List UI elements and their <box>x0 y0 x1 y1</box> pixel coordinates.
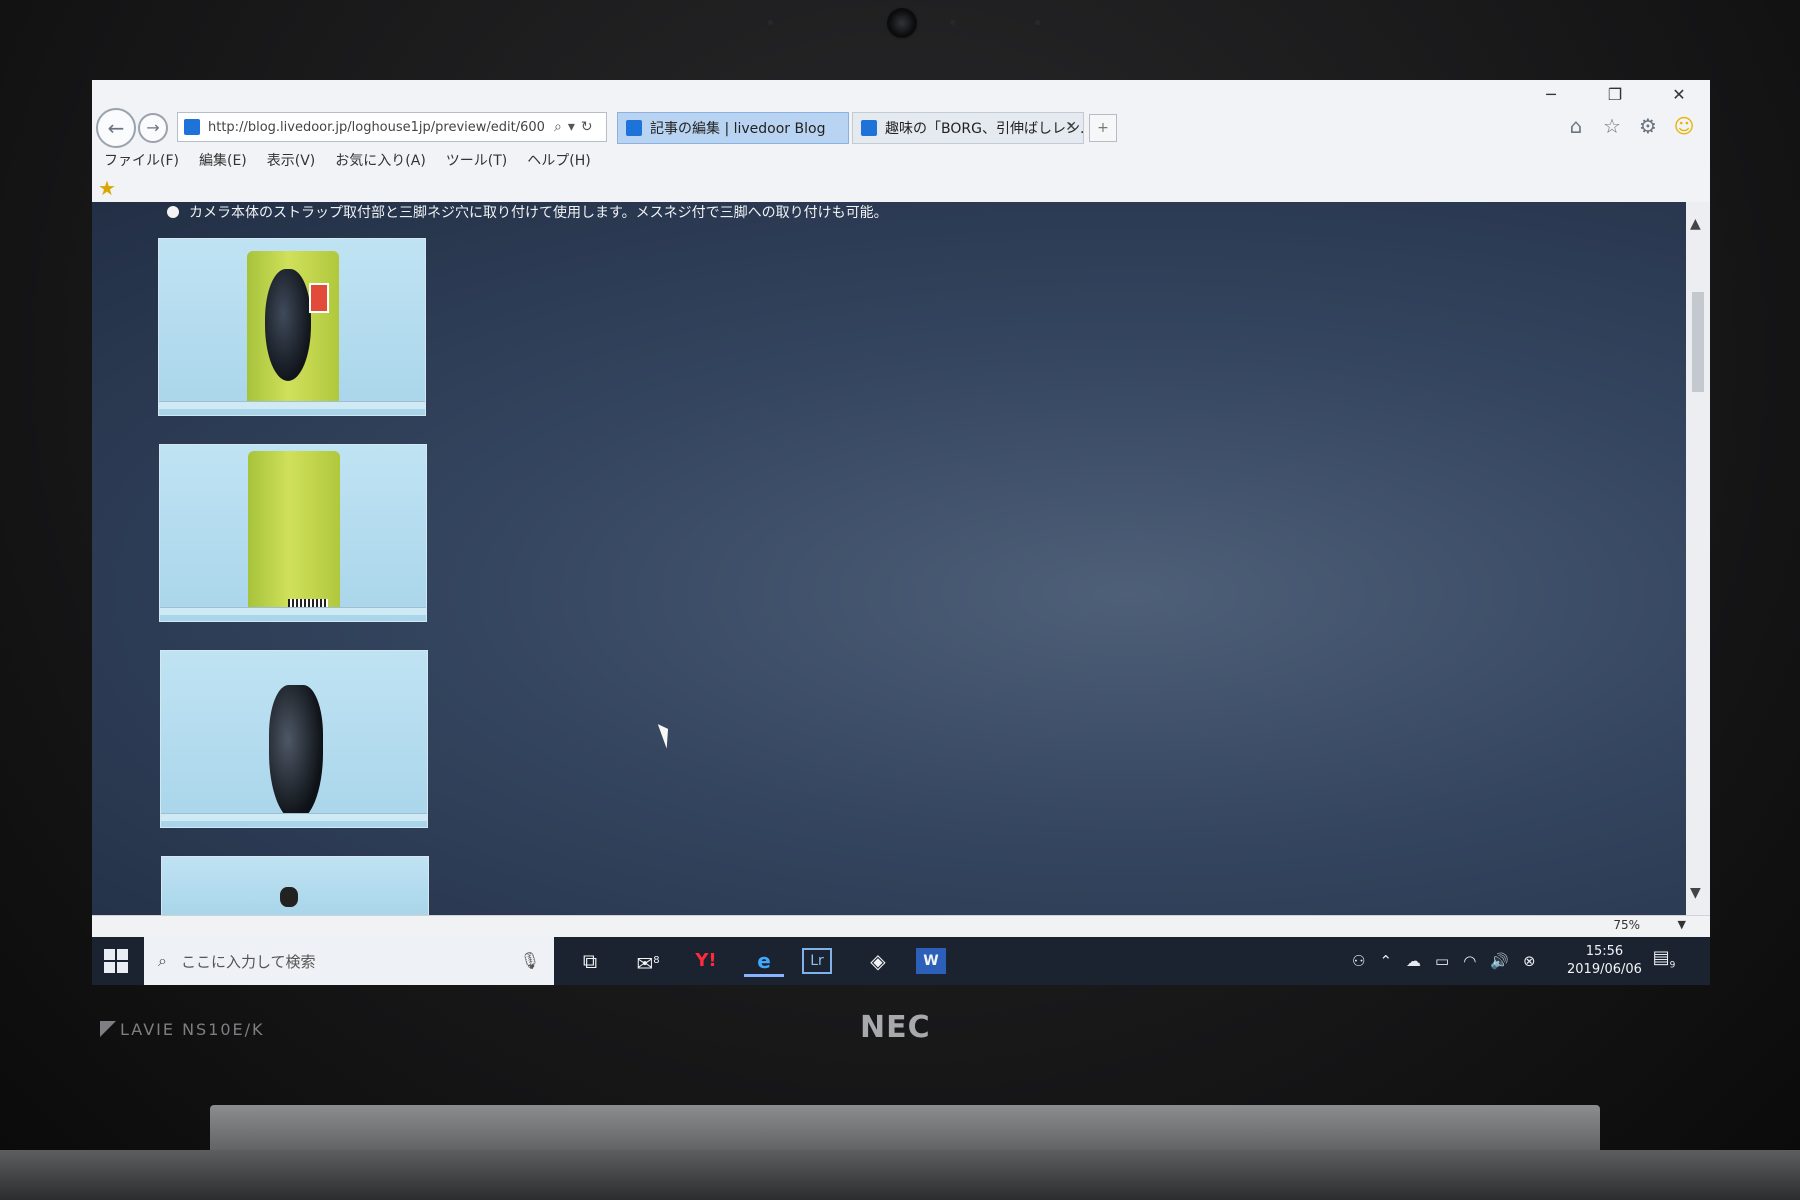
wifi-icon[interactable]: ◠ <box>1463 952 1476 970</box>
taskbar-search-input[interactable]: ⌕ ここに入力して検索 🎙 <box>144 937 554 985</box>
battery-icon[interactable]: ▭ <box>1435 952 1449 970</box>
browser-chrome: ─ ❐ ✕ ← → http://blog.livedoor.jp/loghou… <box>92 80 1710 202</box>
scroll-up-icon[interactable]: ▲ <box>1690 216 1701 232</box>
favorites-star-icon[interactable]: ☆ <box>1600 114 1624 138</box>
menu-favorites[interactable]: お気に入り(A) <box>335 150 426 170</box>
refresh-icon[interactable]: ↻ <box>581 119 593 135</box>
yahoo-icon[interactable]: Y! <box>686 945 726 977</box>
thumbnail-package-back[interactable] <box>159 444 427 622</box>
restore-button[interactable]: ❐ <box>1604 84 1626 106</box>
onedrive-icon[interactable]: ☁ <box>1406 952 1421 970</box>
microphone-icon[interactable]: 🎙 <box>520 951 540 970</box>
mail-icon[interactable]: ✉8 <box>628 945 668 977</box>
strap-image <box>269 685 323 821</box>
toolbar-icons: ⌂ ☆ ⚙ ☺ <box>1564 114 1696 138</box>
site-favicon-icon <box>184 119 200 135</box>
nec-logo: NEC <box>860 1010 931 1045</box>
search-icon[interactable]: ⌕ <box>554 119 562 135</box>
search-icon: ⌕ <box>158 951 167 970</box>
webcam <box>885 6 919 40</box>
menu-view[interactable]: 表示(V) <box>267 150 316 170</box>
scroll-down-icon[interactable]: ▼ <box>1690 885 1701 901</box>
menu-bar: ファイル(F) 編集(E) 表示(V) お気に入り(A) ツール(T) ヘルプ(… <box>104 150 591 170</box>
lavie-logo-icon <box>100 1021 116 1037</box>
feedback-smiley-icon[interactable]: ☺ <box>1672 114 1696 138</box>
menu-tools[interactable]: ツール(T) <box>446 150 507 170</box>
search-placeholder: ここに入力して検索 <box>180 952 316 971</box>
volume-icon[interactable]: 🔊 <box>1490 952 1509 970</box>
bezel-sensor <box>1035 20 1040 25</box>
shelf-edge <box>160 607 426 615</box>
zoom-dropdown-icon[interactable]: ▼ <box>1678 918 1686 931</box>
menu-help[interactable]: ヘルプ(H) <box>527 150 590 170</box>
zoom-level[interactable]: 75% <box>1613 918 1640 932</box>
thumbnail-partial[interactable] <box>161 856 429 915</box>
bezel-sensor <box>768 20 773 25</box>
model-label: LAVIE NS10E/K <box>100 1020 265 1039</box>
address-bar[interactable]: http://blog.livedoor.jp/loghouse1jp/prev… <box>177 112 607 142</box>
favorites-bar-star-icon[interactable]: ★ <box>98 176 116 200</box>
show-hidden-icons-icon[interactable]: ⌃ <box>1379 952 1392 970</box>
bullet-text: カメラ本体のストラップ取付部と三脚ネジ穴に取り付けて使用します。メスネジ付で三脚… <box>189 205 888 221</box>
word-icon[interactable]: W <box>916 948 946 974</box>
clock[interactable]: 15:56 2019/06/06 <box>1567 943 1642 979</box>
photo-app-icon[interactable]: ◈ <box>858 945 898 977</box>
thumbnail-strap-only[interactable] <box>160 650 428 828</box>
tab-favicon-icon <box>626 120 642 136</box>
minimize-button[interactable]: ─ <box>1540 84 1562 106</box>
thumbnail-package-front[interactable] <box>158 238 426 416</box>
settings-gear-icon[interactable]: ⚙ <box>1636 114 1660 138</box>
laptop-bezel: ─ ❐ ✕ ← → http://blog.livedoor.jp/loghou… <box>0 0 1800 1200</box>
system-tray: ⚇ ⌃ ☁ ▭ ◠ 🔊 ⊗ <box>1352 937 1536 985</box>
model-text: LAVIE NS10E/K <box>120 1020 265 1039</box>
package-image <box>248 451 340 615</box>
menu-edit[interactable]: 編集(E) <box>199 150 247 170</box>
vertical-scrollbar[interactable]: ▲ ▼ <box>1686 202 1710 915</box>
bullet-icon <box>167 206 179 218</box>
lightroom-icon[interactable]: Lr <box>802 948 832 974</box>
notifications-badge: 9 <box>1669 960 1676 971</box>
new-tab-button[interactable]: + <box>1089 114 1117 142</box>
dropdown-arrow-icon[interactable]: ▾ <box>568 119 575 135</box>
strap-image <box>280 887 298 907</box>
home-icon[interactable]: ⌂ <box>1564 114 1588 138</box>
tab-label: 趣味の「BORG、引伸ばしレン... <box>885 121 1084 137</box>
window-controls: ─ ❐ ✕ <box>1540 84 1690 106</box>
internet-explorer-icon[interactable]: e <box>744 945 784 977</box>
url-text[interactable]: http://blog.livedoor.jp/loghouse1jp/prev… <box>208 120 548 135</box>
bullet-list-item: カメラ本体のストラップ取付部と三脚ネジ穴に取り付けて使用します。メスネジ付で三脚… <box>167 202 888 222</box>
clock-date: 2019/06/06 <box>1567 962 1642 977</box>
clock-time: 15:56 <box>1585 944 1624 959</box>
price-tag-image <box>309 283 329 313</box>
close-button[interactable]: ✕ <box>1668 84 1690 106</box>
screen: ─ ❐ ✕ ← → http://blog.livedoor.jp/loghou… <box>92 80 1710 985</box>
tab-favicon-icon <box>861 120 877 136</box>
people-icon[interactable]: ⚇ <box>1352 952 1365 970</box>
tab-label: 記事の編集 | livedoor Blog <box>650 121 826 137</box>
strap-image <box>265 269 311 381</box>
shelf-edge <box>159 401 425 409</box>
status-error-icon[interactable]: ⊗ <box>1523 952 1536 970</box>
bezel-sensor <box>950 20 955 25</box>
keyboard-edge <box>0 1150 1800 1200</box>
shelf-edge <box>161 813 427 821</box>
scroll-thumb[interactable] <box>1692 292 1704 392</box>
mouse-pointer <box>657 721 675 749</box>
status-bar: 75% ▼ <box>92 915 1710 937</box>
windows-start-icon[interactable] <box>104 949 128 973</box>
forward-button[interactable]: → <box>138 113 168 143</box>
tab-close-icon[interactable]: ✕ <box>1065 119 1077 135</box>
taskbar: ⌕ ここに入力して検索 🎙 ⧉ ✉8 Y! e Lr ◈ W ⚇ ⌃ ☁ ▭ ◠… <box>92 937 1710 985</box>
page-content: カメラ本体のストラップ取付部と三脚ネジ穴に取り付けて使用します。メスネジ付で三脚… <box>92 202 1686 915</box>
task-view-icon[interactable]: ⧉ <box>570 945 610 977</box>
tab-blog-edit[interactable]: 記事の編集 | livedoor Blog <box>617 112 849 144</box>
back-button[interactable]: ← <box>96 108 136 148</box>
tab-borg[interactable]: 趣味の「BORG、引伸ばしレン... ✕ <box>852 112 1084 144</box>
menu-file[interactable]: ファイル(F) <box>104 150 179 170</box>
mail-badge: 8 <box>653 955 660 966</box>
action-center-icon[interactable]: ▤9 <box>1652 947 1676 971</box>
